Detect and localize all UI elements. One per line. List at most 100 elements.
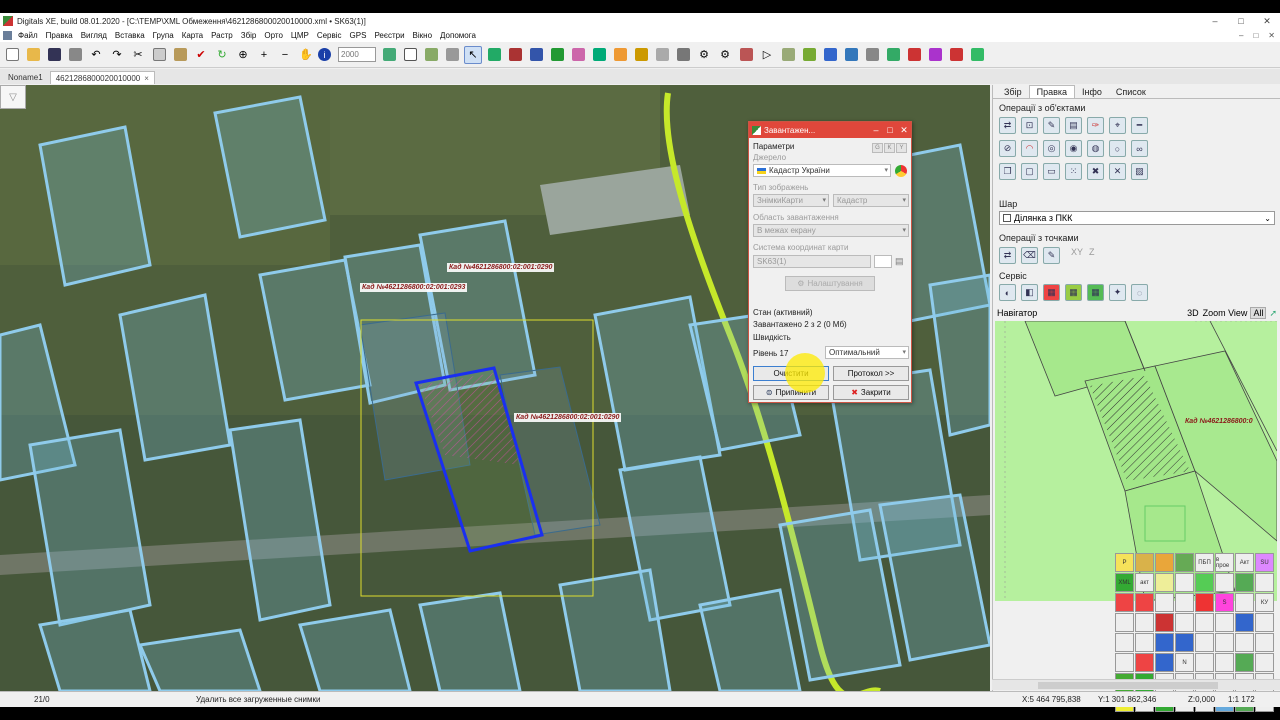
zoom-in-icon[interactable]: + xyxy=(255,46,273,64)
palette-tool-icon[interactable] xyxy=(1155,653,1174,672)
menu-window[interactable]: Вікно xyxy=(409,31,436,40)
gallery-icon[interactable] xyxy=(443,46,461,64)
palette-tool-icon[interactable] xyxy=(1175,553,1194,572)
plugin-5-icon[interactable] xyxy=(590,46,608,64)
browser-icon[interactable] xyxy=(895,165,907,177)
tab-collect[interactable]: Збір xyxy=(997,85,1029,98)
intersect-icon[interactable]: ◉ xyxy=(1065,140,1082,157)
hatch-icon[interactable]: ▨ xyxy=(1131,163,1148,180)
plugin-12-icon[interactable] xyxy=(800,46,818,64)
palette-tool-icon[interactable] xyxy=(1115,633,1134,652)
palette-tool-icon[interactable] xyxy=(1155,633,1174,652)
image-type-select[interactable]: ЗнімкиКарти ▾ xyxy=(753,194,829,207)
palette-tool-icon[interactable] xyxy=(1195,653,1214,672)
points-xy-label[interactable]: XY xyxy=(1071,247,1083,264)
delete-cross-icon[interactable]: ✖ xyxy=(1087,163,1104,180)
dialog-maximize-button[interactable]: □ xyxy=(883,125,897,135)
palette-tool-icon[interactable]: N xyxy=(1175,653,1194,672)
plugin-1-icon[interactable] xyxy=(485,46,503,64)
palette-tool-icon[interactable] xyxy=(1195,633,1214,652)
map-menu-chevron-icon[interactable]: ▽ xyxy=(0,85,26,109)
plugin-11-icon[interactable] xyxy=(779,46,797,64)
plugin-13-icon[interactable] xyxy=(821,46,839,64)
rotate-icon[interactable]: ↻ xyxy=(213,46,231,64)
nav-arrow-icon[interactable]: ➚ xyxy=(1269,308,1277,319)
palette-tool-icon[interactable]: SU xyxy=(1255,553,1274,572)
scrollbar-thumb[interactable] xyxy=(1038,682,1218,689)
tab-list[interactable]: Список xyxy=(1109,85,1153,98)
palette-tool-icon[interactable] xyxy=(1115,613,1134,632)
undo-icon[interactable]: ↶ xyxy=(87,46,105,64)
palette-tool-icon[interactable] xyxy=(1135,613,1154,632)
palette-tool-icon[interactable] xyxy=(1175,593,1194,612)
plugin-14-icon[interactable] xyxy=(842,46,860,64)
point-eraser-icon[interactable]: ⌫ xyxy=(1021,247,1038,264)
gear-icon[interactable]: ⚙ xyxy=(695,46,713,64)
palette-tool-icon[interactable] xyxy=(1235,633,1254,652)
level-mode-select[interactable]: Оптимальний ▾ xyxy=(825,346,909,359)
palette-tool-icon[interactable] xyxy=(1175,633,1194,652)
pan-hand-icon[interactable]: ✋ xyxy=(297,46,315,64)
plugin-16-icon[interactable] xyxy=(884,46,902,64)
nav-3d-toggle[interactable]: 3D xyxy=(1187,308,1199,318)
gear-2-icon[interactable]: ⚙ xyxy=(716,46,734,64)
palette-tool-icon[interactable] xyxy=(1235,593,1254,612)
plugin-20-icon[interactable] xyxy=(968,46,986,64)
palette-tool-icon[interactable] xyxy=(1195,573,1214,592)
source-select[interactable]: Кадастр України ▾ xyxy=(753,164,891,177)
service-1-icon[interactable]: ◐ xyxy=(999,284,1016,301)
palette-tool-icon[interactable]: КУ xyxy=(1255,593,1274,612)
tab-noname[interactable]: Noname1 xyxy=(3,71,48,84)
plugin-9-icon[interactable] xyxy=(674,46,692,64)
crs-browse-icon[interactable]: ▤ xyxy=(895,256,904,267)
menu-file[interactable]: Файл xyxy=(14,31,42,40)
menu-map[interactable]: Карта xyxy=(178,31,207,40)
protocol-button[interactable]: Протокол >> xyxy=(833,366,909,381)
subtract-icon[interactable]: ◍ xyxy=(1087,140,1104,157)
param-tab-y[interactable]: Y xyxy=(896,143,907,153)
menu-dem[interactable]: ЦМР xyxy=(287,31,313,40)
palette-tool-icon[interactable] xyxy=(1155,613,1174,632)
palette-tool-icon[interactable] xyxy=(1215,573,1234,592)
layer-checkbox[interactable] xyxy=(1003,214,1011,222)
plugin-4-icon[interactable] xyxy=(569,46,587,64)
zoom-window-icon[interactable]: ⊕ xyxy=(234,46,252,64)
paint-icon[interactable]: ✑ xyxy=(1087,117,1104,134)
tab-edit[interactable]: Правка xyxy=(1028,85,1076,98)
area-select[interactable]: В межах екрану ▾ xyxy=(753,224,909,237)
plugin-19-icon[interactable] xyxy=(947,46,965,64)
palette-tool-icon[interactable] xyxy=(1215,653,1234,672)
param-tab-g[interactable]: G xyxy=(872,143,883,153)
print-icon[interactable] xyxy=(66,46,84,64)
palette-tool-icon[interactable]: Акт xyxy=(1235,553,1254,572)
page-icon[interactable]: ▭ xyxy=(1043,163,1060,180)
menu-insert[interactable]: Вставка xyxy=(111,31,149,40)
menu-registers[interactable]: Реєстри xyxy=(370,31,408,40)
point-move-icon[interactable]: ⇄ xyxy=(999,247,1016,264)
dialog-close-button[interactable]: ✕ xyxy=(897,125,911,136)
plugin-17-icon[interactable] xyxy=(905,46,923,64)
compass-icon[interactable]: ⊘ xyxy=(999,140,1016,157)
palette-tool-icon[interactable] xyxy=(1135,653,1154,672)
maximize-button[interactable]: □ xyxy=(1228,13,1254,29)
menu-group[interactable]: Група xyxy=(149,31,178,40)
close-tab-icon[interactable]: × xyxy=(144,74,149,83)
palette-tool-icon[interactable]: P xyxy=(1115,553,1134,572)
select-icon[interactable]: ⌖ xyxy=(1109,117,1126,134)
menu-ortho[interactable]: Орто xyxy=(260,31,287,40)
menu-edit[interactable]: Правка xyxy=(42,31,77,40)
copy-icon[interactable] xyxy=(150,46,168,64)
palette-tool-icon[interactable] xyxy=(1235,653,1254,672)
service-6-icon[interactable]: ✦ xyxy=(1109,284,1126,301)
service-4-icon[interactable]: ▦ xyxy=(1065,284,1082,301)
service-5-icon[interactable]: ▦ xyxy=(1087,284,1104,301)
cross-lines-icon[interactable]: ✕ xyxy=(1109,163,1126,180)
nav-all-button[interactable]: All xyxy=(1250,307,1267,319)
palette-tool-icon[interactable] xyxy=(1135,593,1154,612)
menu-raster[interactable]: Растр xyxy=(207,31,237,40)
doc-close-button[interactable]: ✕ xyxy=(1263,31,1280,40)
palette-tool-icon[interactable] xyxy=(1235,573,1254,592)
doc-restore-button[interactable]: □ xyxy=(1248,31,1263,40)
palette-tool-icon[interactable] xyxy=(1155,553,1174,572)
plugin-8-icon[interactable] xyxy=(653,46,671,64)
